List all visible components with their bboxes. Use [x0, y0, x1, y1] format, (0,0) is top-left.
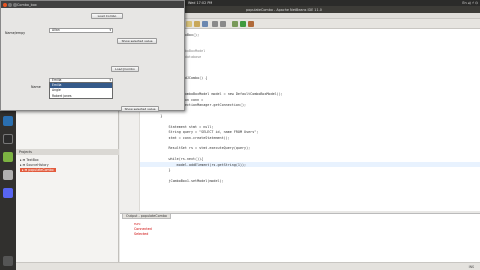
code-line[interactable]: } [144, 168, 170, 172]
status-text: INS [468, 265, 474, 269]
code-line[interactable]: model.addElement(rs.getString(1)); [144, 163, 246, 167]
tree-item-selected[interactable]: ▸ ⊟ populateCombo [20, 168, 56, 172]
clock[interactable]: Wed 17:02 PM [188, 1, 212, 5]
run-icon[interactable] [240, 21, 246, 27]
ide-title: populateCombo - Apache NetBeans IDE 11.0 [246, 7, 322, 12]
output-line: run: [134, 222, 141, 226]
save-icon[interactable] [202, 21, 208, 27]
app-title: Combo_box [17, 2, 37, 7]
code-line[interactable]: } [144, 114, 162, 118]
undo-icon[interactable] [212, 21, 218, 27]
combo-box-app-window: Combo_box Load Combo Name/empy Allan ▾ Sh… [0, 0, 185, 112]
open-icon[interactable] [194, 21, 200, 27]
redo-icon[interactable] [220, 21, 226, 27]
new-file-icon[interactable] [186, 21, 192, 27]
status-bar: INS [16, 262, 480, 270]
discord-icon[interactable] [3, 188, 13, 198]
netbeans-icon[interactable] [3, 116, 13, 126]
system-tray[interactable]: En ◂) ⚡ ⏻ [462, 1, 478, 5]
name-combo-1[interactable]: Allan ▾ [49, 28, 113, 33]
code-line[interactable]: ResultSet rs = stmt.executeQuery(query); [144, 146, 250, 150]
app-title-bar: Combo_box [1, 1, 184, 8]
load-jcombo-button[interactable]: Load JCombo [111, 66, 139, 72]
name-label-2: Name [31, 85, 41, 89]
show-apps-icon[interactable] [3, 256, 13, 266]
tree-item[interactable]: ▸ ⊟ TextBox [20, 158, 39, 162]
output-line: Connected [134, 227, 152, 231]
name-label-1: Name/empy [5, 31, 26, 35]
build-icon[interactable] [232, 21, 238, 27]
code-line[interactable]: String query = "SELECT id, name FROM Use… [144, 130, 258, 134]
minimize-icon[interactable] [8, 2, 12, 7]
debug-icon[interactable] [248, 21, 254, 27]
tree-item[interactable]: ▸ ⊟ SourceHistory [20, 163, 49, 167]
code-line[interactable]: while(rs.next()){ [144, 157, 203, 161]
code-line[interactable]: stmt = conn.createStatement(); [144, 136, 229, 140]
output-tab[interactable]: Output - populateCombo [122, 214, 171, 219]
close-icon[interactable] [3, 2, 7, 7]
projects-header[interactable]: Projects [16, 149, 119, 155]
show-selected-button-1[interactable]: Show selected value [117, 38, 157, 44]
terminal-icon-2[interactable] [3, 134, 13, 144]
output-panel: Output - populateCombo run: Connected Se… [120, 213, 480, 262]
code-line[interactable]: jComboBox1.setModel(model); [144, 179, 223, 183]
android-icon[interactable] [3, 152, 13, 162]
combo-dropdown-list: Emilia Angie Robert jones [49, 82, 113, 99]
app-icon[interactable] [3, 170, 13, 180]
code-line[interactable]: Statement stmt = null; [144, 125, 213, 129]
show-selected-button-2[interactable]: Show selected value [121, 106, 159, 112]
output-line: Selected [134, 232, 149, 236]
dropdown-item[interactable]: Robert jones [50, 94, 112, 99]
load-combo-button[interactable]: Load Combo [91, 13, 123, 19]
chevron-down-icon[interactable]: ▾ [109, 28, 111, 33]
